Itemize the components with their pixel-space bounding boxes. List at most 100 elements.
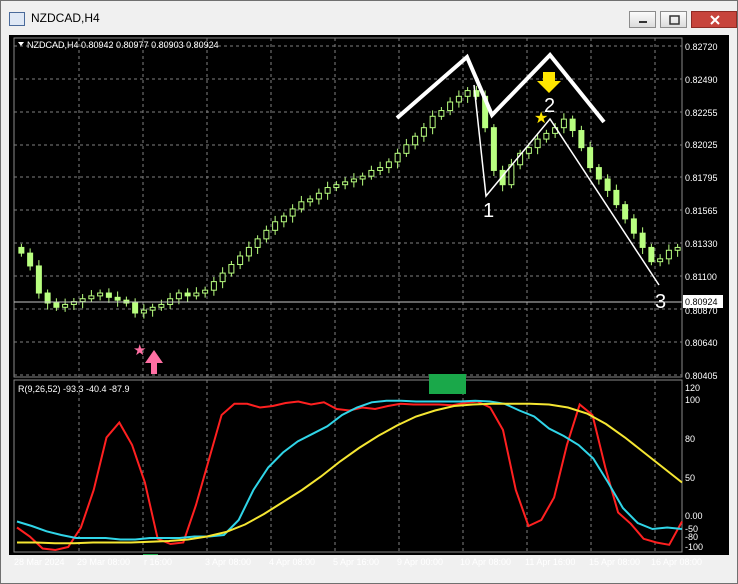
- candle-body-5: [62, 303, 69, 308]
- candle-body-68: [613, 189, 620, 206]
- indicator-line-r26: [16, 399, 683, 541]
- price-label-4: 0.82025: [685, 140, 718, 150]
- minimize-button[interactable]: [629, 11, 656, 28]
- price-label-6: 0.81565: [685, 206, 718, 216]
- time-label-4: 3 Apr 08:00: [205, 557, 252, 567]
- candle-body-46: [420, 127, 427, 137]
- candle-body-0: [18, 246, 25, 254]
- candle-body-23: [219, 272, 226, 283]
- candlesticks: [18, 85, 681, 319]
- candle-body-16: [158, 303, 165, 308]
- indicator-line-r9: [16, 400, 683, 552]
- indicator-panel-header: R(9,26,52) -93.3 -40.4 -87.9: [18, 384, 130, 394]
- price-panel-header: NZDCAD,H4 0.80942 0.80977 0.80903 0.8092…: [27, 40, 219, 50]
- price-label-2: 0.82490: [685, 75, 718, 85]
- candle-body-25: [237, 255, 244, 266]
- wave-label-1: 1: [483, 200, 494, 222]
- chart-window-icon: [9, 12, 25, 26]
- time-label-5: 4 Apr 08:00: [269, 557, 316, 567]
- candle-body-13: [132, 302, 139, 314]
- candle-body-26: [245, 246, 252, 257]
- buy-arrow-icon: [145, 350, 163, 374]
- candle-body-24: [228, 264, 235, 274]
- candle-body-27: [254, 238, 261, 248]
- candle-body-48: [438, 110, 445, 117]
- candle-body-41: [377, 167, 384, 171]
- dropdown-triangle-icon[interactable]: [18, 42, 24, 46]
- candle-body-42: [385, 161, 392, 169]
- candle-body-10: [105, 292, 112, 298]
- candle-body-32: [298, 201, 305, 210]
- candle-body-15: [149, 306, 156, 311]
- candle-body-65: [587, 147, 594, 169]
- price-label-7: 0.81330: [685, 239, 718, 249]
- candle-body-28: [263, 229, 270, 240]
- candle-body-4: [53, 302, 60, 308]
- level-label-100: 100: [685, 395, 700, 405]
- candle-body-62: [560, 118, 567, 129]
- time-label-9: 11 Apr 16:00: [525, 557, 576, 567]
- candle-body-75: [674, 246, 681, 251]
- price-axis: 0.82720 0.82490 0.82255 0.82025 0.81795 …: [685, 42, 718, 381]
- candle-body-11: [114, 296, 121, 301]
- candle-body-74: [665, 249, 672, 260]
- chart-canvas[interactable]: 1 2 3 ★ ★ 0.80924 0.82720 0.82490 0.8225…: [9, 35, 729, 567]
- chart-svg[interactable]: 1 2 3 ★ ★ 0.80924 0.82720 0.82490 0.8225…: [9, 35, 729, 555]
- candle-body-7: [79, 298, 86, 303]
- candle-body-49: [447, 101, 454, 112]
- candle-body-73: [657, 258, 664, 263]
- indicator-lines: [16, 399, 683, 552]
- price-panel-frame: [13, 37, 683, 378]
- candle-body-59: [534, 138, 541, 149]
- candle-body-20: [193, 292, 200, 297]
- price-label-11: 0.80405: [685, 371, 718, 381]
- candle-body-54: [490, 127, 497, 171]
- time-axis: 28 Mar 2024 29 Mar 08:00 r 16:00 3 Apr 0…: [9, 557, 729, 575]
- green-signal-marker-bottom: [143, 554, 158, 555]
- candle-body-66: [595, 167, 602, 180]
- green-signal-marker-top: [429, 374, 466, 394]
- candle-body-21: [202, 289, 209, 294]
- candle-body-35: [324, 187, 331, 194]
- candle-body-60: [543, 132, 550, 140]
- indicator-axis: 120 100 80 50 0.00 -50 -80 -100: [685, 383, 703, 552]
- price-label-9: 0.80870: [685, 306, 718, 316]
- candle-body-30: [280, 215, 287, 223]
- maximize-button[interactable]: [660, 11, 687, 28]
- candle-body-58: [525, 147, 532, 154]
- time-label-8: 10 Apr 08:00: [460, 557, 512, 567]
- chart-window: NZDCAD,H4 1 2 3 ★ ★ 0.80924 0.82720 0.82…: [0, 0, 738, 584]
- candle-body-71: [639, 232, 646, 248]
- candle-body-72: [648, 246, 655, 263]
- title-bar[interactable]: NZDCAD,H4: [1, 1, 737, 35]
- candle-body-38: [350, 178, 357, 183]
- price-label-8: 0.81100: [685, 272, 717, 282]
- level-label-120: 120: [685, 383, 700, 393]
- star-icon-top: ★: [534, 110, 548, 127]
- candle-body-8: [88, 295, 95, 300]
- time-label-1: 28 Mar 2024: [14, 557, 65, 567]
- candle-body-2: [35, 265, 42, 294]
- candle-body-43: [394, 152, 401, 163]
- candle-body-67: [604, 178, 611, 191]
- candle-body-47: [429, 115, 436, 129]
- level-label-50: 50: [685, 473, 695, 483]
- time-label-7: 9 Apr 00:00: [397, 557, 444, 567]
- star-icon-bottom: ★: [133, 342, 146, 359]
- candle-body-31: [289, 208, 296, 217]
- time-label-10: 15 Apr 08:00: [589, 557, 641, 567]
- level-label-0: 0.00: [685, 511, 703, 521]
- sell-arrow-icon: [537, 72, 561, 93]
- close-button[interactable]: [691, 11, 737, 28]
- candle-body-14: [140, 309, 147, 314]
- candle-body-9: [97, 292, 104, 297]
- grid: [14, 38, 682, 552]
- candle-body-40: [368, 169, 375, 177]
- candle-body-63: [569, 118, 576, 132]
- price-label-1: 0.82720: [685, 42, 718, 52]
- price-label-3: 0.82255: [685, 108, 718, 118]
- candle-body-29: [272, 221, 279, 231]
- time-label-3: r 16:00: [144, 557, 173, 567]
- candle-body-33: [307, 198, 314, 203]
- window-title: NZDCAD,H4: [31, 11, 100, 25]
